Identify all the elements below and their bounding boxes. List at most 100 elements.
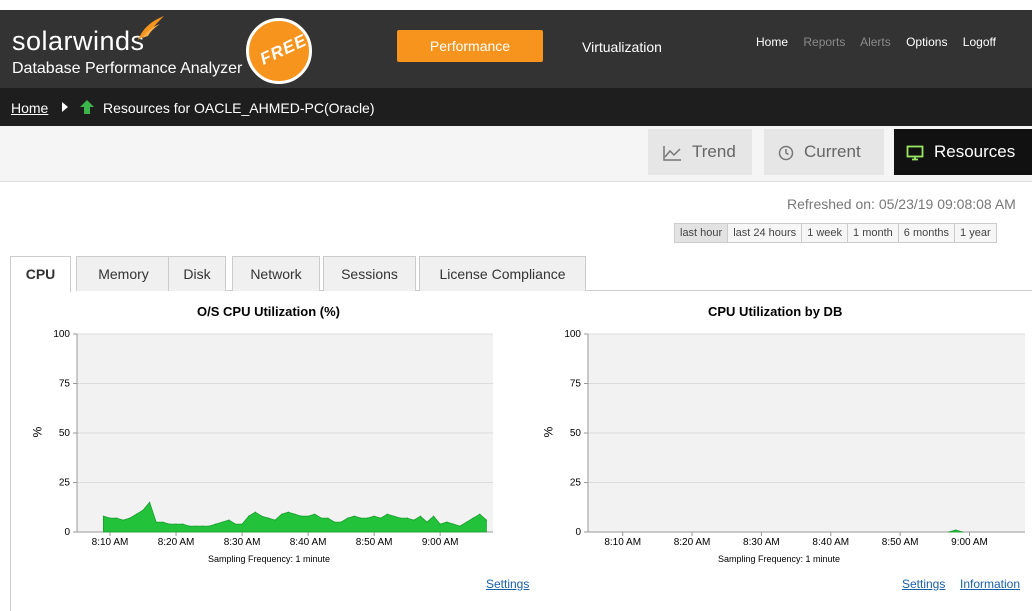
settings-link[interactable]: Settings [486,577,529,591]
x-tick-label: 9:00 AM [951,537,988,548]
breadcrumb-current: Resources for OACLE_AHMED-PC(Oracle) [103,100,375,116]
data-point [353,515,355,517]
data-point [254,511,256,513]
data-point [294,513,296,515]
data-point [314,513,316,515]
nav-reports[interactable]: Reports [803,35,845,49]
data-point [168,523,170,525]
chevron-right-icon [62,102,68,112]
data-point [327,517,329,519]
data-point [182,523,184,525]
performance-tab[interactable]: Performance [397,30,543,62]
logo[interactable]: solarwinds [12,26,145,57]
y-tick-label: 0 [575,527,581,538]
x-tick-label: 8:40 AM [290,537,327,548]
tab-trend[interactable]: Trend [648,129,752,175]
sampling-frequency-label: Sampling Frequency: 1 minute [208,554,331,564]
y-tick-label: 0 [64,527,70,538]
status-up-arrow-icon [80,100,94,114]
clock-icon [778,145,794,160]
data-point [241,523,243,525]
data-point [267,517,270,519]
data-point [116,517,118,519]
data-point [380,517,382,519]
data-point [386,513,388,515]
tab-memory[interactable]: Memory [76,256,171,291]
data-point [320,517,322,519]
data-point [102,515,104,517]
x-tick-label: 8:30 AM [224,537,261,548]
data-point [439,523,441,525]
x-tick-label: 8:30 AM [743,537,780,548]
data-point [201,525,204,527]
range-6-months[interactable]: 6 months [897,223,956,243]
data-point [360,517,362,519]
trend-chart-icon [663,145,681,161]
data-point [248,515,250,517]
data-point [419,515,421,517]
cpu-by-db-chart: 0 25 50 75 100 8:10 AM 8:20 AM 8:30 AM 8:40 AM 8:… [564,329,1025,548]
range-1-month[interactable]: 1 month [847,223,899,243]
data-point [472,517,474,519]
data-point [135,513,137,515]
breadcrumb-home-link[interactable]: Home [11,100,48,116]
nav-options[interactable]: Options [906,35,947,49]
monitor-icon [906,145,924,160]
free-badge-label: FREE [257,30,310,69]
data-point [426,521,428,523]
data-point [366,517,369,519]
data-point [287,511,289,513]
data-point [466,521,468,523]
nav-alerts[interactable]: Alerts [860,35,891,49]
os-cpu-chart: 0 25 50 75 100 8:10 AM 8:20 AM 8:30 AM 8:40 AM 8:… [53,329,493,548]
data-point [479,513,481,515]
data-point [485,519,487,521]
range-1-week[interactable]: 1 week [801,223,849,243]
nav-logoff[interactable]: Logoff [963,35,996,49]
data-point [433,515,435,517]
data-point [452,523,454,525]
data-point [215,523,217,525]
data-point [413,519,415,521]
data-point [373,515,375,517]
refreshed-timestamp: Refreshed on: 05/23/19 09:08:08 AM [787,196,1016,212]
range-last-hour[interactable]: last hour [674,223,729,243]
data-point [955,529,957,531]
chart-title-os-cpu: O/S CPU Utilization (%) [197,304,340,319]
sampling-frequency-label: Sampling Frequency: 1 minute [718,554,841,564]
data-point [446,521,448,523]
content-border [10,290,11,611]
data-point [122,519,124,521]
tab-disk[interactable]: Disk [168,256,226,291]
data-point [459,525,461,527]
virtualization-tab[interactable]: Virtualization [582,39,662,55]
tab-resources[interactable]: Resources [894,129,1032,175]
settings-link[interactable]: Settings [902,577,945,591]
tab-network[interactable]: Network [232,256,320,291]
logo-swoosh-icon [138,16,164,40]
x-tick-label: 8:40 AM [812,537,849,548]
nav-home[interactable]: Home [756,35,788,49]
range-1-year[interactable]: 1 year [954,223,997,243]
tab-sessions[interactable]: Sessions [323,256,416,291]
data-point [274,519,276,521]
data-point [221,521,223,523]
data-point [340,521,342,523]
range-last-24-hours[interactable]: last 24 hours [727,223,803,243]
data-point [400,517,402,519]
data-point [948,531,950,533]
y-tick-label: 25 [570,478,582,489]
y-tick-label: 100 [53,329,70,340]
y-tick-label: 25 [59,478,71,489]
tab-current[interactable]: Current [764,129,884,175]
tab-license-compliance[interactable]: License Compliance [419,256,586,291]
tab-cpu[interactable]: CPU [10,256,71,292]
tab-trend-label: Trend [692,142,736,161]
data-point [208,525,210,527]
x-tick-label: 8:20 AM [674,537,711,548]
information-link[interactable]: Information [960,577,1020,591]
top-nav: Home Reports Alerts Options Logoff [756,35,1008,49]
data-point [333,521,336,523]
chart-title-cpu-by-db: CPU Utilization by DB [708,304,843,319]
header-bar: solarwinds Database Performance Analyzer… [0,10,1032,88]
